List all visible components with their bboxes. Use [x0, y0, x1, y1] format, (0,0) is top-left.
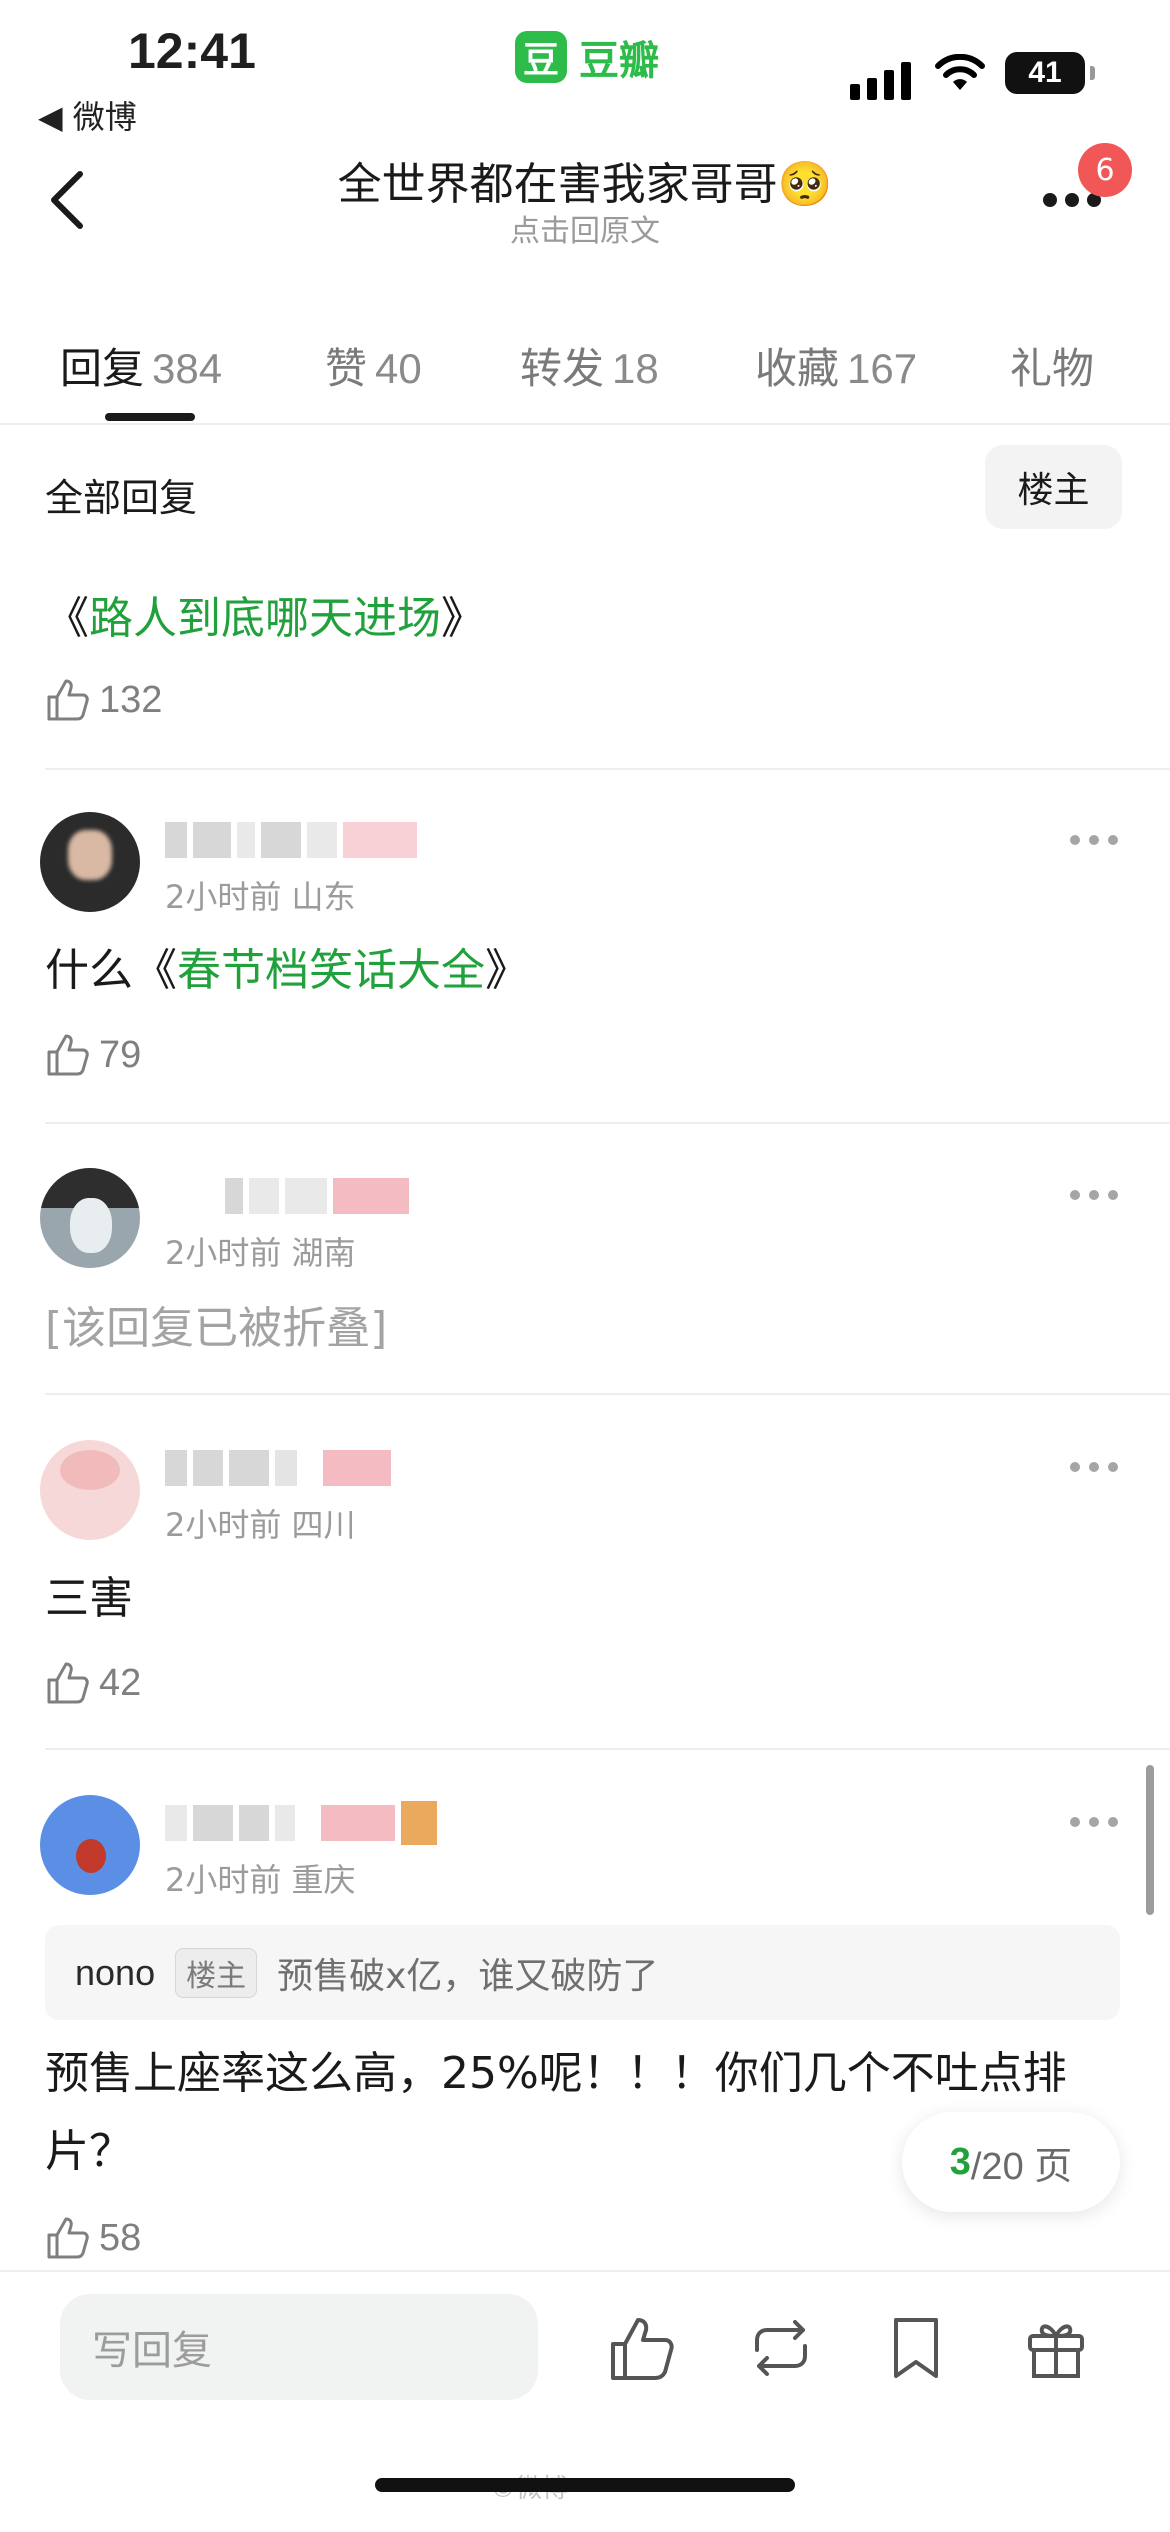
back-to-original-link[interactable]: 点击回原文 [0, 206, 1170, 250]
tab-gifts[interactable]: 礼物 [1010, 335, 1094, 396]
divider [45, 1393, 1170, 1395]
avatar[interactable] [40, 1795, 140, 1895]
app-logo: 豆 [515, 31, 567, 83]
tab-reposts[interactable]: 转发 18 [520, 335, 659, 396]
username-blurred[interactable] [165, 1448, 391, 1488]
op-tag: 楼主 [175, 1947, 258, 1998]
comment-more-button[interactable] [1070, 1180, 1126, 1210]
username-blurred[interactable] [165, 1801, 437, 1845]
tab-label: 礼物 [1010, 344, 1095, 393]
current-page: 3 [949, 2140, 971, 2183]
bottom-action-bar: 写回复 [0, 2270, 1170, 2532]
like-count: 132 [99, 678, 163, 721]
comment-text-part: 什么《 [45, 945, 177, 996]
search-link[interactable]: 路人到底哪天进场 [89, 593, 441, 644]
like-count: 79 [99, 1033, 142, 1076]
comment-more-button[interactable] [1070, 1452, 1126, 1482]
all-replies-label: 全部回复 [45, 476, 198, 520]
quote-username: nono [75, 1951, 156, 1993]
avatar[interactable] [40, 812, 140, 912]
cellular-signal-icon [850, 62, 911, 100]
tab-bar: 回复 384 赞 40 转发 18 收藏 167 礼物 [0, 325, 1170, 425]
search-link[interactable]: 春节档笑话大全 [177, 945, 485, 996]
avatar[interactable] [40, 1168, 140, 1268]
filter-row: 全部回复 楼主 [0, 445, 1170, 535]
app-indicator: 豆 豆瓣 [515, 28, 659, 86]
tab-likes[interactable]: 赞 40 [325, 335, 422, 396]
bookmark-icon[interactable] [880, 2312, 952, 2384]
comment-text: 什么《春节档笑话大全》 [45, 932, 529, 1010]
comment-meta: 2小时前 四川 [165, 1506, 356, 1544]
page-indicator-button[interactable]: 3/20 页 [902, 2112, 1120, 2212]
app-name: 豆瓣 [579, 38, 659, 84]
tab-label: 回复 [60, 344, 145, 393]
status-bar: 12:41 ◀ 微博 豆 豆瓣 41 [0, 0, 1170, 136]
like-button[interactable]: 132 [45, 672, 162, 728]
thumbs-up-icon [47, 2217, 89, 2259]
tab-count: 167 [847, 345, 918, 392]
thumbs-up-icon [47, 1662, 89, 1704]
like-count: 58 [99, 2216, 142, 2259]
tab-label: 收藏 [755, 344, 840, 393]
divider [45, 768, 1170, 770]
comment-text-line-2: 片？ [45, 2126, 133, 2177]
thumbs-up-icon [47, 1034, 89, 1076]
comment-more-button[interactable] [1070, 825, 1126, 855]
tab-replies[interactable]: 回复 384 [60, 335, 222, 396]
quoted-reply[interactable]: nono 楼主 预售破x亿，谁又破防了 [45, 1925, 1120, 2020]
notification-badge: 6 [1078, 143, 1132, 197]
comment-text-part: 》 [441, 593, 485, 644]
comment-more-button[interactable] [1070, 1807, 1126, 1837]
comment-meta: 2小时前 山东 [165, 878, 356, 916]
total-pages: /20 页 [970, 2145, 1073, 2188]
home-indicator[interactable] [375, 2478, 795, 2492]
thumbs-up-icon [47, 679, 89, 721]
comment-text-line-1: 预售上座率这么高，25%呢！！！你们几个不吐点排 [45, 2048, 1067, 2099]
reply-input[interactable]: 写回复 [60, 2294, 538, 2400]
scrollbar[interactable] [1146, 1765, 1154, 1915]
battery-icon: 41 [1005, 52, 1095, 94]
comment-meta: 2小时前 重庆 [165, 1861, 356, 1899]
tab-count: 18 [612, 345, 659, 392]
like-count: 42 [99, 1661, 142, 1704]
comment-text: 《路人到底哪天进场》 [45, 580, 485, 658]
op-only-filter-button[interactable]: 楼主 [985, 445, 1122, 529]
comment-meta: 2小时前 湖南 [165, 1234, 356, 1272]
back-to-app-link[interactable]: ◀ 微博 [38, 92, 137, 138]
like-button[interactable]: 42 [45, 1655, 141, 1711]
divider [45, 1122, 1170, 1124]
active-tab-indicator [105, 413, 195, 421]
username-blurred[interactable] [165, 1176, 409, 1216]
comment-text-part: 《 [45, 593, 89, 644]
status-time: 12:41 [128, 23, 256, 79]
like-button[interactable]: 58 [45, 2210, 141, 2266]
repost-icon[interactable] [745, 2312, 817, 2384]
like-button[interactable]: 79 [45, 1027, 141, 1083]
collapsed-reply-text[interactable]: [该回复已被折叠] [45, 1290, 387, 1368]
tab-count: 40 [375, 345, 422, 392]
page-title: 全世界都在害我家哥哥🥺 [337, 159, 833, 210]
like-icon[interactable] [605, 2312, 677, 2384]
wifi-icon [935, 54, 985, 90]
tab-favorites[interactable]: 收藏 167 [755, 335, 917, 396]
username-blurred[interactable] [165, 820, 417, 860]
avatar[interactable] [40, 1440, 140, 1540]
tab-label: 转发 [520, 344, 605, 393]
tab-count: 384 [152, 345, 223, 392]
comment-text-part: 》 [485, 945, 529, 996]
tab-label: 赞 [325, 344, 368, 393]
gift-icon[interactable] [1020, 2312, 1092, 2384]
quote-text: 预售破x亿，谁又破防了 [277, 1955, 659, 1997]
comment-text: 三害 [45, 1573, 133, 1624]
divider [45, 1748, 1170, 1750]
